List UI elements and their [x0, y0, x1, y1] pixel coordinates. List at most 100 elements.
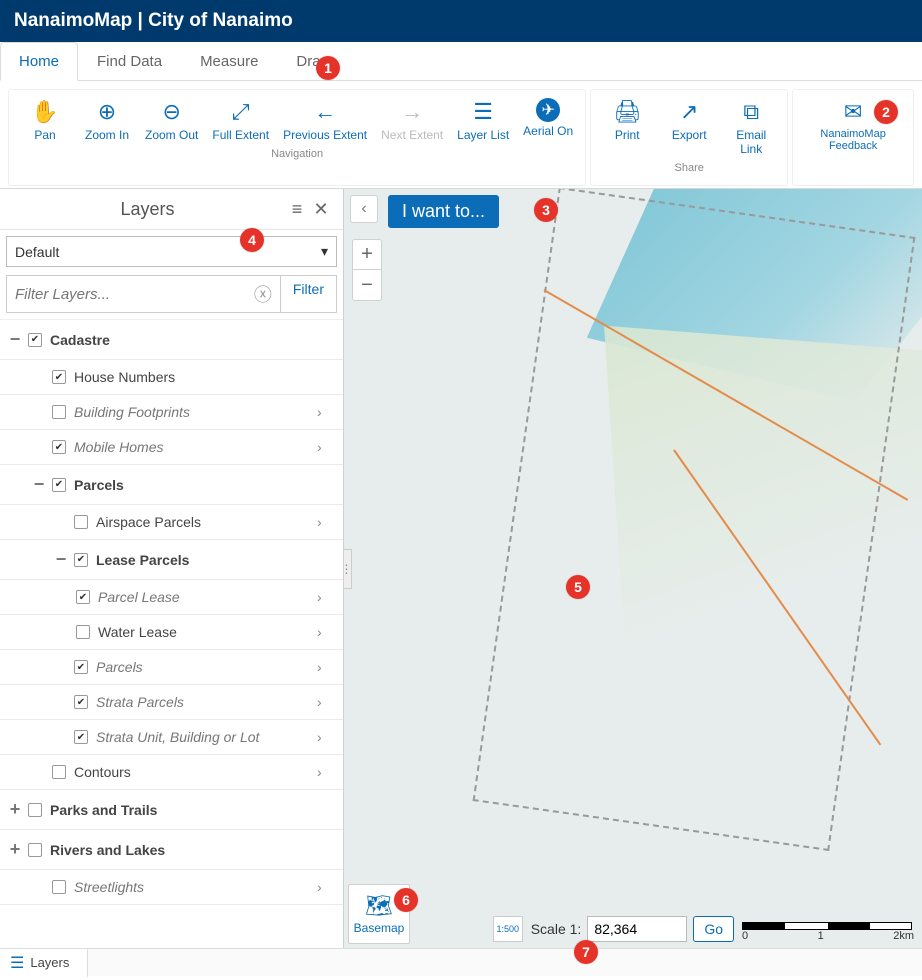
layer-mobile-homes[interactable]: ✔ Mobile Homes ›	[0, 430, 343, 465]
annotation-badge-5: 5	[566, 575, 590, 599]
full-extent-button[interactable]: ⤢ Full Extent	[206, 94, 275, 146]
checkbox-icon[interactable]: ✔	[52, 440, 66, 454]
print-button[interactable]: 🖨 Print	[597, 94, 657, 160]
chevron-right-icon[interactable]: ›	[317, 514, 337, 530]
footer-tab-layers[interactable]: ☰ Layers	[0, 949, 88, 977]
panel-resize-handle[interactable]: ⋮	[344, 549, 352, 589]
checkbox-icon[interactable]	[52, 880, 66, 894]
chevron-right-icon[interactable]: ›	[317, 439, 337, 455]
zoom-in-icon: ⊕	[93, 98, 121, 126]
checkbox-icon[interactable]	[28, 843, 42, 857]
checkbox-icon[interactable]	[52, 405, 66, 419]
checkbox-icon[interactable]: ✔	[74, 730, 88, 744]
scale-go-button[interactable]: Go	[693, 916, 734, 942]
map-status-bar: 🗺 Basemap 1:500 Scale 1: Go 0 1 2km	[344, 886, 922, 948]
layer-parcels-group[interactable]: − ✔ Parcels	[0, 465, 343, 505]
panel-menu-icon[interactable]: ≡	[285, 197, 309, 221]
chevron-right-icon[interactable]: ›	[317, 404, 337, 420]
panel-collapse-button[interactable]: ‹	[350, 195, 378, 223]
scale-input[interactable]	[587, 916, 687, 942]
email-link-button[interactable]: ⧉ Email Link	[721, 94, 781, 160]
layer-streetlights[interactable]: Streetlights ›	[0, 870, 343, 905]
expand-icon[interactable]: +	[6, 839, 24, 860]
layers-panel-title: Layers	[10, 199, 285, 220]
collapse-icon[interactable]: −	[6, 329, 24, 350]
tab-home[interactable]: Home	[0, 42, 78, 81]
tab-measure[interactable]: Measure	[181, 42, 277, 80]
checkbox-icon[interactable]: ✔	[74, 695, 88, 709]
layer-list-button[interactable]: ☰ Layer List	[451, 94, 515, 146]
pan-button[interactable]: ✋ Pan	[15, 94, 75, 146]
checkbox-icon[interactable]: ✔	[74, 553, 88, 567]
theme-selected-value: Default	[15, 244, 59, 260]
scale-label: Scale 1:	[531, 921, 582, 937]
map-canvas[interactable]: ‹ I want to... + − ⋮ 🗺 Basemap 1:500 Sca…	[344, 189, 922, 948]
chevron-right-icon[interactable]: ›	[317, 694, 337, 710]
checkbox-icon[interactable]	[76, 625, 90, 639]
checkbox-icon[interactable]	[28, 803, 42, 817]
layer-rivers-lakes[interactable]: + Rivers and Lakes	[0, 830, 343, 870]
aerial-on-button[interactable]: ✈ Aerial On	[517, 94, 579, 146]
chevron-right-icon[interactable]: ›	[317, 879, 337, 895]
tab-find-data[interactable]: Find Data	[78, 42, 181, 80]
zoom-in-button[interactable]: ⊕ Zoom In	[77, 94, 137, 146]
chevron-right-icon[interactable]: ›	[317, 624, 337, 640]
layer-tree[interactable]: − ✔ Cadastre ✔ House Numbers Building Fo…	[0, 319, 343, 948]
layer-airspace-parcels[interactable]: Airspace Parcels ›	[0, 505, 343, 540]
app-title: NanaimoMap | City of Nanaimo	[14, 10, 293, 31]
previous-extent-button[interactable]: ← Previous Extent	[277, 94, 373, 146]
filter-button[interactable]: Filter	[281, 275, 337, 313]
share-icon: ⧉	[737, 98, 765, 126]
navigation-group-label: Navigation	[271, 148, 323, 160]
layer-contours[interactable]: Contours ›	[0, 755, 343, 790]
annotation-badge-3: 3	[534, 198, 558, 222]
layer-water-lease[interactable]: Water Lease ›	[0, 615, 343, 650]
scale-selector-button[interactable]: 1:500	[493, 916, 523, 942]
layer-house-numbers[interactable]: ✔ House Numbers	[0, 360, 343, 395]
clear-filter-icon[interactable]: ⓧ	[254, 281, 272, 307]
collapse-icon[interactable]: −	[52, 549, 70, 570]
chevron-right-icon[interactable]: ›	[317, 764, 337, 780]
export-button[interactable]: ↗ Export	[659, 94, 719, 160]
layer-strata-parcels[interactable]: ✔ Strata Parcels ›	[0, 685, 343, 720]
annotation-badge-2: 2	[874, 100, 898, 124]
layer-building-footprints[interactable]: Building Footprints ›	[0, 395, 343, 430]
full-extent-icon: ⤢	[227, 98, 255, 126]
panel-close-icon[interactable]: ✕	[309, 197, 333, 221]
layer-cadastre[interactable]: − ✔ Cadastre	[0, 320, 343, 360]
checkbox-icon[interactable]: ✔	[52, 478, 66, 492]
tab-draw[interactable]: Draw	[277, 42, 350, 80]
zoom-in-map-button[interactable]: +	[353, 240, 381, 270]
annotation-badge-4: 4	[240, 228, 264, 252]
layer-parcel-lease[interactable]: ✔ Parcel Lease ›	[0, 580, 343, 615]
chevron-right-icon[interactable]: ›	[317, 729, 337, 745]
checkbox-icon[interactable]: ✔	[52, 370, 66, 384]
back-arrow-icon: ←	[311, 98, 339, 126]
share-group-label: Share	[675, 162, 704, 174]
checkbox-icon[interactable]	[74, 515, 88, 529]
zoom-out-button[interactable]: ⊖ Zoom Out	[139, 94, 204, 146]
checkbox-icon[interactable]: ✔	[76, 590, 90, 604]
mail-icon: ✉	[839, 98, 867, 126]
collapse-icon[interactable]: −	[30, 474, 48, 495]
print-icon: 🖨	[613, 98, 641, 126]
i-want-to-button[interactable]: I want to...	[388, 195, 499, 228]
layer-parcels[interactable]: ✔ Parcels ›	[0, 650, 343, 685]
ribbon-tabs: Home Find Data Measure Draw	[0, 42, 922, 81]
layer-lease-parcels[interactable]: − ✔ Lease Parcels	[0, 540, 343, 580]
filter-layers-input[interactable]	[15, 286, 254, 303]
checkbox-icon[interactable]	[52, 765, 66, 779]
checkbox-icon[interactable]: ✔	[74, 660, 88, 674]
scale-bar: 0 1 2km	[742, 922, 914, 942]
zoom-control: + −	[352, 239, 382, 301]
layer-parks-trails[interactable]: + Parks and Trails	[0, 790, 343, 830]
layer-strata-unit[interactable]: ✔ Strata Unit, Building or Lot ›	[0, 720, 343, 755]
annotation-badge-1: 1	[316, 56, 340, 80]
forward-arrow-icon: →	[398, 98, 426, 126]
checkbox-icon[interactable]: ✔	[28, 333, 42, 347]
chevron-right-icon[interactable]: ›	[317, 589, 337, 605]
expand-icon[interactable]: +	[6, 799, 24, 820]
zoom-out-map-button[interactable]: −	[353, 270, 381, 300]
layer-theme-select[interactable]: Default ▾	[6, 236, 337, 267]
chevron-right-icon[interactable]: ›	[317, 659, 337, 675]
